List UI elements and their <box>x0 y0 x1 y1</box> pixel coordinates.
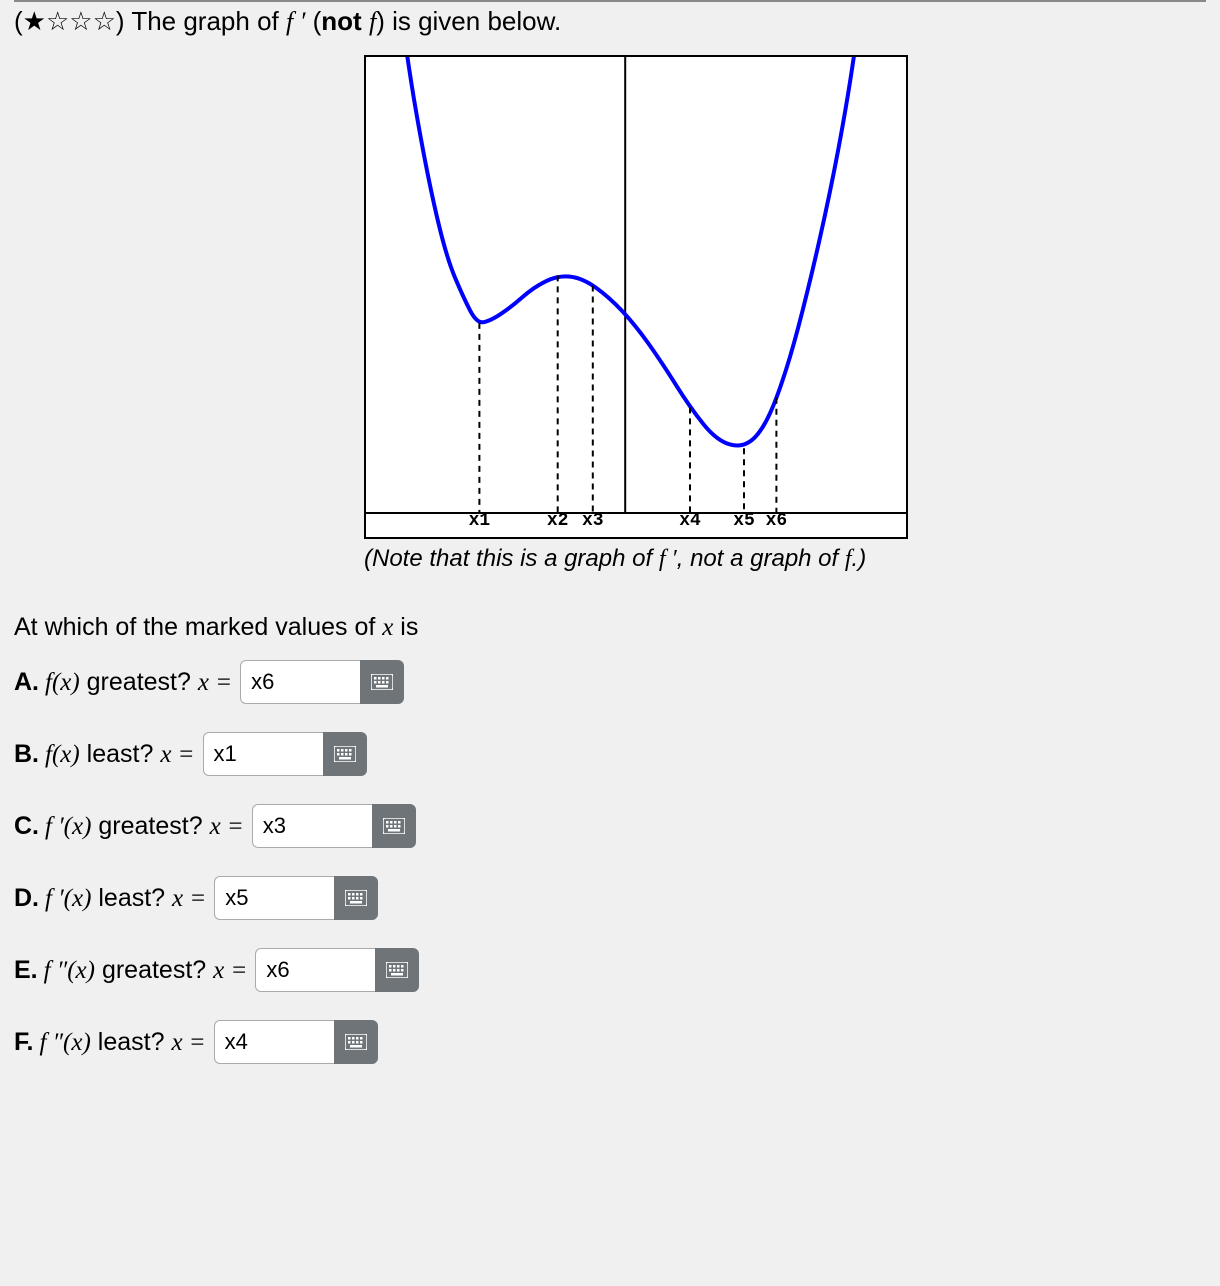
question-eq: x = <box>210 813 244 840</box>
question-ask: least? <box>98 1028 165 1056</box>
answer-input[interactable] <box>252 804 372 848</box>
keyboard-icon[interactable] <box>372 804 416 848</box>
question-letter: F. <box>14 1028 33 1056</box>
question-ask: greatest? <box>87 668 191 696</box>
question-eq: x = <box>160 741 194 768</box>
question-letter: D. <box>14 884 39 912</box>
answer-input[interactable] <box>240 660 360 704</box>
keyboard-icon[interactable] <box>323 732 367 776</box>
x-tick-label: x1 <box>469 511 491 531</box>
question-row: B.f(x) least? x = <box>14 732 1206 776</box>
question-row: F.f ″(x) least? x = <box>14 1020 1206 1064</box>
question-letter: B. <box>14 740 39 768</box>
question-eq: x = <box>198 669 232 696</box>
question-ask: greatest? <box>102 956 206 984</box>
answer-input[interactable] <box>214 1020 334 1064</box>
plot-svg <box>366 57 906 537</box>
lead-question: At which of the marked values of x is <box>14 613 1206 642</box>
question-eq: x = <box>171 1029 205 1056</box>
x-tick-label: x2 <box>547 511 569 531</box>
question-func: f ′(x) <box>45 885 91 912</box>
keyboard-icon[interactable] <box>360 660 404 704</box>
x-axis-labels: x1 x2 x3 x4 x5 x6 <box>366 511 906 533</box>
x-tick-label: x6 <box>766 511 788 531</box>
keyboard-icon[interactable] <box>375 948 419 992</box>
question-eq: x = <box>172 885 206 912</box>
difficulty-stars: (★☆☆☆) <box>14 6 125 36</box>
question-letter: E. <box>14 956 38 984</box>
question-func: f(x) <box>45 669 80 696</box>
question-ask: least? <box>98 884 165 912</box>
answer-input[interactable] <box>203 732 323 776</box>
keyboard-icon[interactable] <box>334 876 378 920</box>
keyboard-icon[interactable] <box>334 1020 378 1064</box>
graph-figure: x1 x2 x3 x4 x5 x6 <box>364 55 908 539</box>
problem-prompt: (★☆☆☆) The graph of f ′ (not f) is given… <box>14 6 1206 37</box>
question-row: C.f ′(x) greatest? x = <box>14 804 1206 848</box>
question-func: f(x) <box>45 741 80 768</box>
question-letter: C. <box>14 812 39 840</box>
question-row: A.f(x) greatest? x = <box>14 660 1206 704</box>
figure-caption: (Note that this is a graph of f ′, not a… <box>364 545 1206 573</box>
question-eq: x = <box>213 957 247 984</box>
question-ask: greatest? <box>98 812 202 840</box>
x-tick-label: x4 <box>679 511 701 531</box>
question-func: f ′(x) <box>45 813 91 840</box>
x-tick-label: x5 <box>733 511 755 531</box>
question-row: E.f ″(x) greatest? x = <box>14 948 1206 992</box>
question-letter: A. <box>14 668 39 696</box>
question-func: f ″(x) <box>44 957 95 984</box>
x-tick-label: x3 <box>582 511 604 531</box>
question-func: f ″(x) <box>39 1029 90 1056</box>
answer-input[interactable] <box>214 876 334 920</box>
question-ask: least? <box>87 740 154 768</box>
question-row: D.f ′(x) least? x = <box>14 876 1206 920</box>
answer-input[interactable] <box>255 948 375 992</box>
